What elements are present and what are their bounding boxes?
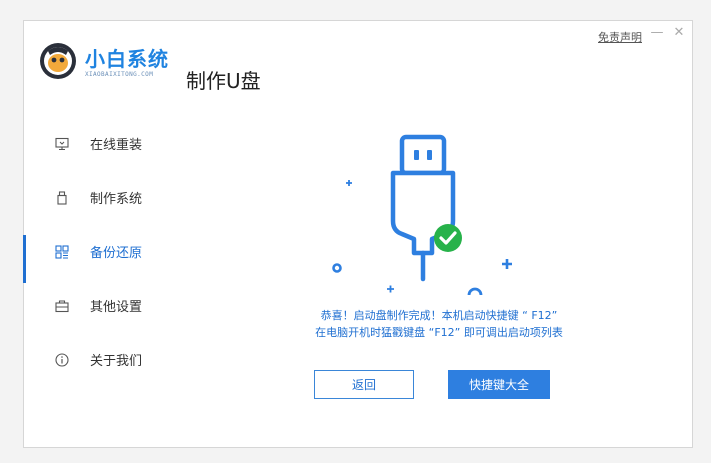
minimize-button[interactable]: — (650, 26, 664, 40)
brand-name: 小白系统 (85, 47, 169, 71)
app-window: 小白系统 XIAOBAIXITONG.COM 制作U盘 免责声明 — ✕ 在线重… (23, 20, 693, 448)
sidebar-item-other-settings[interactable]: 其他设置 (24, 279, 174, 333)
disclaimer-link[interactable]: 免责声明 (598, 29, 642, 45)
xiaobai-logo-icon (40, 43, 76, 79)
sidebar-item-online-reinstall[interactable]: 在线重装 (24, 117, 174, 171)
sidebar: 在线重装 制作系统 备份还原 其他设置 关于我们 (23, 117, 174, 387)
back-button[interactable]: 返回 (314, 370, 414, 399)
grid-icon (55, 245, 69, 259)
shortcut-keys-button[interactable]: 快捷键大全 (448, 370, 550, 399)
success-message-line1: 恭喜！启动盘制作完成！本机启动快捷键 “ F12” (320, 309, 558, 322)
sidebar-item-label: 其他设置 (90, 300, 143, 315)
sidebar-item-label: 关于我们 (90, 354, 143, 369)
sidebar-item-about-us[interactable]: 关于我们 (24, 333, 174, 387)
toolbox-icon (55, 300, 69, 313)
sidebar-item-backup-restore[interactable]: 备份还原 (23, 225, 174, 283)
usb-drive-icon (57, 191, 67, 205)
success-check-icon (434, 224, 462, 252)
usb-cable-icon (390, 134, 456, 282)
close-button[interactable]: ✕ (672, 26, 686, 40)
monitor-icon (55, 137, 69, 151)
usb-success-illustration (332, 134, 512, 295)
sidebar-item-label: 在线重装 (90, 138, 143, 153)
sidebar-item-label: 备份还原 (90, 246, 143, 261)
sidebar-item-make-system[interactable]: 制作系统 (24, 171, 174, 225)
page-title: 制作U盘 (186, 69, 261, 93)
info-icon (55, 353, 69, 367)
sidebar-item-label: 制作系统 (90, 192, 143, 207)
success-message-line2: 在电脑开机时猛戳键盘 “F12” 即可调出启动项列表 (315, 326, 563, 339)
brand-subtitle: XIAOBAIXITONG.COM (85, 71, 154, 78)
